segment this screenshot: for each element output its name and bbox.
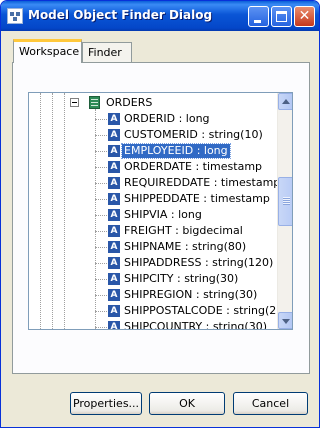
column-attribute-icon: A bbox=[108, 177, 120, 189]
tree-branch-line bbox=[95, 215, 107, 216]
tree-node-column[interactable]: A ORDERDATE : timestamp bbox=[29, 159, 277, 175]
tree-node-column[interactable]: A ORDERID : long bbox=[29, 111, 277, 127]
tree-node-column[interactable]: A SHIPREGION : string(30) bbox=[29, 287, 277, 303]
tree-node-label: ORDERDATE : timestamp bbox=[124, 160, 263, 173]
maximize-button[interactable] bbox=[271, 6, 292, 27]
scroll-up-arrow-icon bbox=[282, 99, 290, 104]
tree-node-column[interactable]: A SHIPCOUNTRY : string(30) bbox=[29, 319, 277, 330]
tree-branch-line bbox=[95, 167, 107, 168]
collapse-icon[interactable] bbox=[70, 98, 79, 107]
tree-node-column[interactable]: A SHIPNAME : string(80) bbox=[29, 239, 277, 255]
tree-node-column[interactable]: A REQUIREDDATE : timestamp bbox=[29, 175, 280, 191]
tree-branch-line bbox=[95, 327, 107, 328]
tree-node-label: FREIGHT : bigdecimal bbox=[124, 224, 243, 237]
close-icon: ✕ bbox=[298, 8, 311, 24]
tree-node-column[interactable]: A SHIPPOSTALCODE : string(20) bbox=[29, 303, 288, 319]
tab-workspace[interactable]: Workspace bbox=[13, 39, 82, 63]
tree-node-column[interactable]: A SHIPADDRESS : string(120) bbox=[29, 255, 277, 271]
tree-node-label: CUSTOMERID : string(10) bbox=[124, 128, 263, 141]
tree-node-label: SHIPNAME : string(80) bbox=[124, 240, 247, 253]
column-attribute-icon: A bbox=[108, 257, 120, 269]
ok-button[interactable]: OK bbox=[149, 392, 225, 415]
tree-node-label: SHIPCITY : string(30) bbox=[124, 272, 239, 285]
maximize-icon bbox=[276, 11, 287, 22]
column-attribute-icon: A bbox=[108, 161, 120, 173]
tree-branch-line bbox=[95, 199, 107, 200]
dialog-window: Model Object Finder Dialog ✕ Workspace F… bbox=[0, 0, 320, 428]
column-attribute-icon: A bbox=[108, 305, 120, 317]
title-bar[interactable]: Model Object Finder Dialog ✕ bbox=[1, 1, 319, 31]
minimize-button[interactable] bbox=[248, 6, 269, 27]
properties-button[interactable]: Properties... bbox=[70, 392, 142, 415]
tree-branch-line bbox=[95, 247, 107, 248]
window-title: Model Object Finder Dialog bbox=[28, 8, 213, 22]
tree-node-label: ORDERID : long bbox=[124, 112, 210, 125]
tree-branch-line bbox=[95, 295, 107, 296]
cancel-button[interactable]: Cancel bbox=[233, 392, 308, 415]
tree-node-column[interactable]: A SHIPVIA : long bbox=[29, 207, 277, 223]
column-attribute-icon: A bbox=[108, 225, 120, 237]
tree-branch-line bbox=[95, 311, 107, 312]
tree-node-label: SHIPREGION : string(30) bbox=[124, 288, 258, 301]
tree-branch-line bbox=[95, 151, 107, 152]
tree-node-label: SHIPADDRESS : string(120) bbox=[124, 256, 274, 269]
column-attribute-icon: A bbox=[108, 321, 120, 329]
scroll-down-button[interactable] bbox=[278, 312, 292, 329]
tree-node-column[interactable]: A FREIGHT : bigdecimal bbox=[29, 223, 277, 239]
tree-branch-line bbox=[95, 135, 107, 136]
column-attribute-icon: A bbox=[108, 241, 120, 253]
column-attribute-icon: A bbox=[108, 145, 120, 157]
column-attribute-icon: A bbox=[108, 193, 120, 205]
minimize-icon bbox=[254, 20, 261, 23]
close-button[interactable]: ✕ bbox=[294, 6, 315, 27]
column-attribute-icon: A bbox=[108, 129, 120, 141]
tree-vertical-scrollbar[interactable] bbox=[277, 93, 292, 329]
tab-finder[interactable]: Finder bbox=[82, 42, 132, 62]
tree-branch-line bbox=[95, 231, 107, 232]
tree-branch-line bbox=[95, 263, 107, 264]
scroll-up-button[interactable] bbox=[278, 93, 292, 110]
tree-node-label: EMPLOYEEID : long bbox=[121, 143, 231, 159]
model-object-tree[interactable]: ORDERS A ORDERID : long A CUSTOMERID : strin… bbox=[28, 92, 293, 330]
table-icon bbox=[89, 96, 100, 109]
column-attribute-icon: A bbox=[108, 273, 120, 285]
column-attribute-icon: A bbox=[108, 289, 120, 301]
tree-node-label: ORDERS bbox=[106, 96, 153, 109]
tree-node-label: SHIPCOUNTRY : string(30) bbox=[124, 320, 267, 330]
tree-branch-line bbox=[95, 279, 107, 280]
tree-node-label: SHIPVIA : long bbox=[124, 208, 202, 221]
column-attribute-icon: A bbox=[108, 113, 120, 125]
tree-node-column[interactable]: A CUSTOMERID : string(10) bbox=[29, 127, 277, 143]
scroll-down-arrow-icon bbox=[282, 319, 290, 324]
tree-node-label: SHIPPOSTALCODE : string(20) bbox=[124, 304, 288, 317]
tree-node-label: SHIPPEDDATE : timestamp bbox=[124, 192, 270, 205]
tree-branch-line bbox=[95, 119, 107, 120]
column-attribute-icon: A bbox=[108, 209, 120, 221]
tree-node-label: REQUIREDDATE : timestamp bbox=[124, 176, 281, 189]
tree-node-column[interactable]: A SHIPPEDDATE : timestamp bbox=[29, 191, 277, 207]
tree-node-column[interactable]: A EMPLOYEEID : long bbox=[29, 143, 277, 159]
dialog-app-icon bbox=[7, 8, 23, 24]
tree-branch-line bbox=[95, 183, 107, 184]
tree-node-column[interactable]: A SHIPCITY : string(30) bbox=[29, 271, 277, 287]
scroll-thumb[interactable] bbox=[278, 177, 292, 226]
tree-node-table[interactable]: ORDERS bbox=[29, 95, 277, 111]
